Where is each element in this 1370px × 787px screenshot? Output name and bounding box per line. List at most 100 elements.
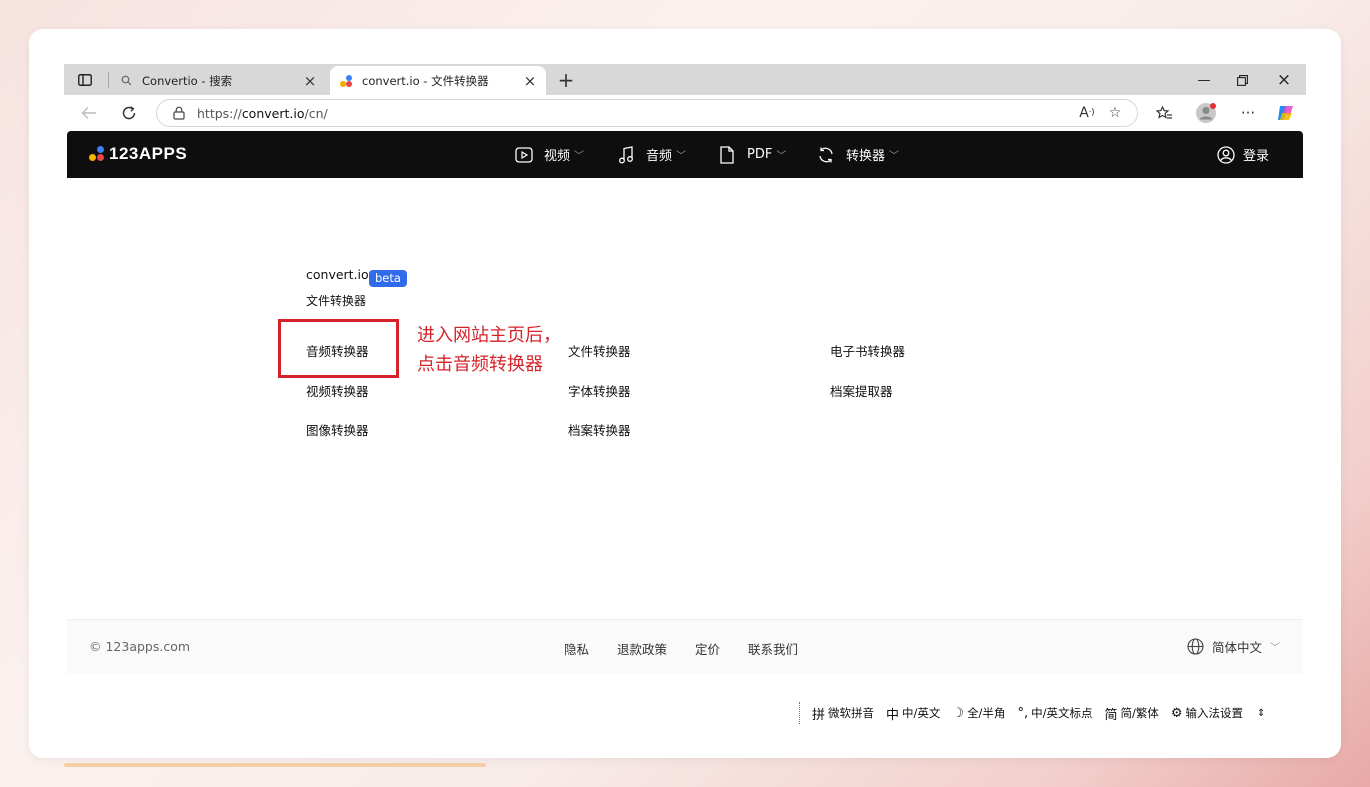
favorite-star-icon[interactable]: ☆ [1101,101,1129,125]
language-selector[interactable]: 简体中文 ﹀ [1187,637,1280,656]
tab-convertio-search[interactable]: Convertio - 搜索 × [110,66,326,95]
restore-icon [1236,74,1248,86]
arrow-left-icon [81,107,96,119]
read-aloud-icon[interactable]: A ᐧ) [1073,101,1101,125]
site-footer: © 123apps.com 隐私 退款政策 定价 联系我们 简体中文 ﹀ [67,619,1303,674]
chevron-down-icon: ﹀ [776,151,787,162]
menu-video[interactable]: 视频 ﹀ [514,131,584,178]
browser-toolbar: https://convert.io/cn/ A ᐧ) ☆ ··· [64,95,1306,131]
site-logo[interactable]: 123APPS [89,143,187,165]
search-icon [118,73,134,89]
favorites-icon[interactable] [1150,101,1178,125]
ime-settings[interactable]: ⚙ 输入法设置 [1171,705,1243,721]
gear-icon: ⚙ [1170,705,1183,721]
ime-punctuation-toggle[interactable]: °, 中/英文标点 [1017,705,1092,721]
video-icon [514,145,534,165]
ime-label: 中/英文 [902,706,941,720]
menu-pdf[interactable]: PDF ﹀ [717,131,786,178]
ime-label: 简/繁体 [1120,706,1159,720]
ime-microsoft-pinyin[interactable]: 拼微软拼音 [812,704,874,723]
footer-link-pricing[interactable]: 定价 [695,639,720,658]
ime-label: 输入法设置 [1185,706,1244,720]
menu-converter[interactable]: 转换器 ﹀ [816,131,899,178]
url-text[interactable]: https://convert.io/cn/ [197,106,1073,121]
ime-label: 全/半角 [967,706,1006,720]
tab-convert-io[interactable]: convert.io - 文件转换器 × [330,66,546,95]
annotation-line-1: 进入网站主页后， [417,325,561,346]
login-button[interactable]: 登录 [1217,131,1269,178]
annotation-highlight-box [278,319,399,378]
punctuation-icon: °, [1017,705,1029,721]
new-tab-button[interactable]: + [554,68,578,92]
convertio-favicon-icon [338,73,354,89]
reload-icon [122,106,136,120]
link-ebook-converter[interactable]: 电子书转换器 [830,341,905,360]
zh-mode-icon: 中 [886,707,900,723]
browser-window: Convertio - 搜索 × convert.io - 文件转换器 × + … [64,64,1306,724]
plus-icon: + [557,68,575,92]
logo-text: 123APPS [109,144,188,163]
link-document-converter[interactable]: 文件转换器 [568,341,631,360]
logo-dots-icon [89,146,105,162]
updown-arrows-icon: ⇕ [1257,707,1266,719]
music-note-icon [616,145,636,165]
chevron-down-icon: ﹀ [676,151,687,162]
tab-actions-icon [78,74,92,86]
tab-close-icon[interactable]: × [520,71,540,91]
menu-label: 音频 [646,149,673,164]
link-font-converter[interactable]: 字体转换器 [568,381,631,400]
simplified-icon: 简 [1104,707,1118,723]
tab-strip: Convertio - 搜索 × convert.io - 文件转换器 × + … [64,64,1306,95]
profile-avatar-icon[interactable] [1192,101,1220,125]
brand-block: convert.io beta 文件转换器 [306,264,407,309]
document-icon [717,145,737,165]
url-host: convert.io [241,105,305,121]
web-page: 123APPS 视频 ﹀ 音频 ﹀ PDF ﹀ 转换器 ﹀ 登录 convert… [67,131,1303,724]
beta-badge: beta [369,270,407,287]
close-window-button[interactable]: × [1262,68,1306,92]
ime-label: 中/英文标点 [1031,706,1093,720]
close-icon: × [1276,70,1292,90]
tab-title: convert.io - 文件转换器 [362,73,489,88]
menu-label: 视频 [544,149,571,164]
copilot-icon[interactable] [1272,101,1300,125]
ime-label: 微软拼音 [828,706,875,720]
footer-link-privacy[interactable]: 隐私 [564,639,589,658]
menu-label: PDF [747,147,773,162]
tab-close-icon[interactable]: × [300,71,320,91]
ime-cn-en-toggle[interactable]: 中中/英文 [886,704,940,723]
ime-width-toggle[interactable]: ☽ 全/半角 [952,705,1005,721]
address-bar[interactable]: https://convert.io/cn/ A ᐧ) ☆ [156,99,1138,127]
footer-link-refund[interactable]: 退款政策 [617,639,667,658]
more-options-icon[interactable]: ··· [1234,101,1262,125]
link-archive-extractor[interactable]: 档案提取器 [830,381,893,400]
copyright-text: © 123apps.com [89,639,191,654]
tab-title: Convertio - 搜索 [142,73,233,88]
tab-separator [108,72,109,88]
ime-simplified-traditional-toggle[interactable]: 简简/繁体 [1104,704,1158,723]
user-circle-icon [1217,145,1235,164]
footer-link-contact[interactable]: 联系我们 [748,639,798,658]
tab-actions-button[interactable] [74,69,96,91]
brand-subtitle: 文件转换器 [306,294,367,308]
annotation-text: 进入网站主页后， 点击音频转换器 [417,321,561,379]
chevron-down-icon: ﹀ [1270,643,1281,654]
back-button[interactable] [76,101,102,125]
brand-name: convert.io [306,267,369,282]
link-image-converter[interactable]: 图像转换器 [306,420,369,439]
annotation-line-2: 点击音频转换器 [417,354,543,375]
url-path: /cn/ [304,105,328,121]
link-archive-converter[interactable]: 档案转换器 [568,420,631,439]
reload-button[interactable] [116,101,142,125]
restore-button[interactable] [1220,68,1264,92]
globe-icon [1187,638,1204,655]
half-moon-icon: ☽ [952,705,965,721]
link-video-converter[interactable]: 视频转换器 [306,381,369,400]
ime-expand-handle[interactable]: ⇕ [1257,708,1265,719]
url-prefix: https:// [197,105,242,121]
site-header: 123APPS 视频 ﹀ 音频 ﹀ PDF ﹀ 转换器 ﹀ 登录 [67,131,1303,178]
menu-audio[interactable]: 音频 ﹀ [616,131,686,178]
progress-line [64,763,486,767]
pinyin-icon: 拼 [812,707,826,723]
login-label: 登录 [1242,149,1269,164]
